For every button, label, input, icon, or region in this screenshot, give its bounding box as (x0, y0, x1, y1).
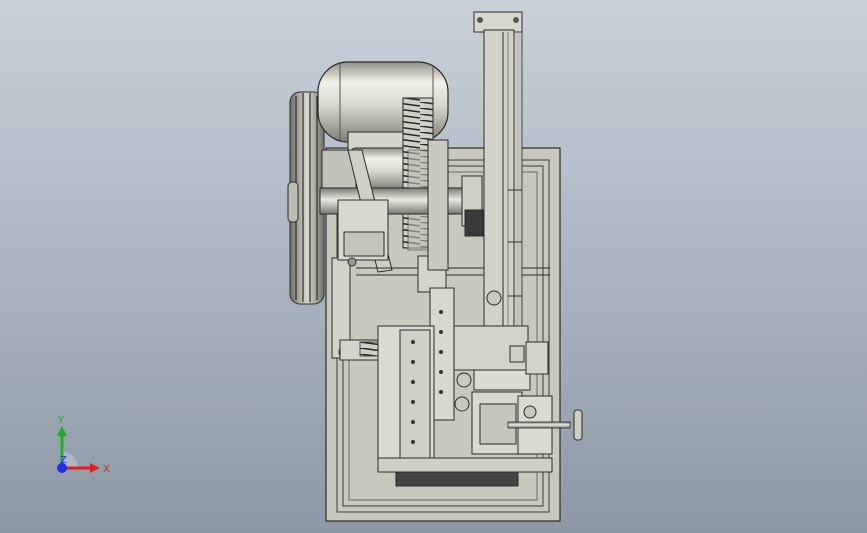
coordinate-triad-icon: Y X Z (57, 415, 110, 475)
belt-pulley[interactable] (287, 91, 325, 305)
cad-viewport[interactable]: Y X Z (0, 0, 867, 533)
y-axis-label: Y (57, 415, 65, 426)
z-axis-label: Z (60, 455, 67, 466)
machine-model[interactable] (0, 0, 867, 533)
x-axis-label: X (103, 464, 110, 475)
